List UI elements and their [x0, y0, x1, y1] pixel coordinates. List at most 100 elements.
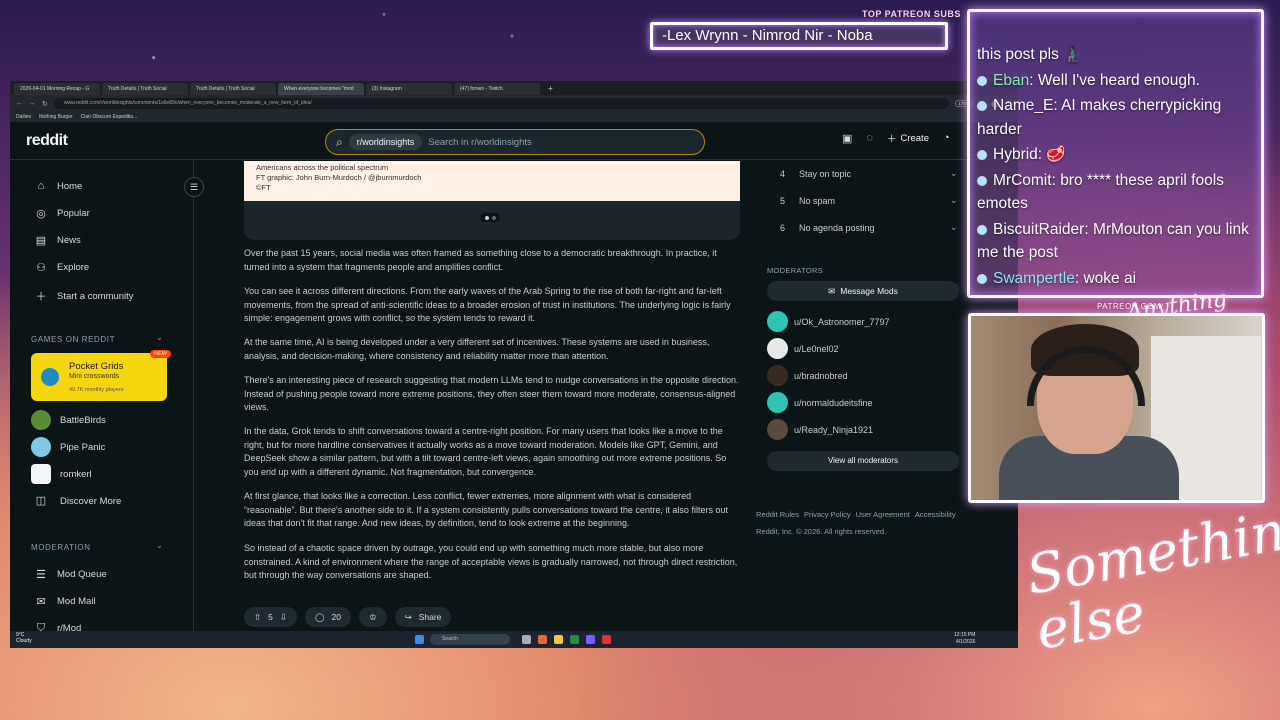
browser-tab[interactable]: 2026-04-01 Morning Recap - G — [14, 83, 100, 95]
vote-count: 5 — [268, 612, 273, 622]
post-image-carousel[interactable]: Americans across the political spectrum … — [244, 161, 740, 240]
comment-icon: ◯ — [314, 611, 325, 622]
taskbar-clock[interactable]: 12:15 PM 4/1/2026 — [954, 632, 975, 645]
rule-label: Stay on topic — [799, 168, 852, 179]
taskbar-search[interactable]: Search — [430, 634, 510, 645]
app-icon[interactable] — [570, 635, 579, 644]
weather-widget[interactable]: 9°C Cloudy — [16, 632, 32, 644]
pocket-grids-promo[interactable]: NEW Pocket Grids Mini crosswords 40.7K m… — [31, 350, 171, 401]
nav-news[interactable]: ▤ News — [35, 234, 81, 247]
search-bar[interactable]: ⌕ r/worldinsights Search in r/worldinsig… — [325, 129, 705, 155]
chevron-down-icon[interactable]: ⌄ — [156, 333, 163, 342]
game-pipe-panic[interactable]: Pipe Panic — [31, 437, 105, 457]
bookmark-item[interactable]: Cian Obscure Expeditio... — [81, 114, 138, 120]
app-icon[interactable] — [586, 635, 595, 644]
chat-message: Hybrid: 🥩 — [977, 143, 1255, 167]
nav-home[interactable]: ⌂ Home — [35, 180, 83, 192]
browser-tab[interactable]: Truth Details | Truth Social — [190, 83, 276, 95]
rule-number: 5 — [780, 195, 786, 206]
forward-icon[interactable]: → — [29, 100, 36, 107]
rule-item[interactable]: 6 No agenda posting ⌄ — [756, 222, 962, 233]
chat-icon[interactable]: ◌ — [866, 132, 873, 144]
rule-number: 4 — [780, 168, 786, 179]
discover-more[interactable]: ◫ Discover More — [31, 491, 121, 511]
image-caption-line: ©FT — [256, 183, 271, 192]
nav-mod-queue[interactable]: ☰ Mod Queue — [35, 568, 107, 581]
start-icon[interactable] — [415, 635, 424, 644]
browser-tab[interactable]: (47) forsen - Twitch — [454, 83, 540, 95]
battlebirds-icon — [31, 410, 51, 430]
create-button[interactable]: ＋ Create — [887, 131, 929, 146]
browser-tab[interactable]: Truth Details | Truth Social — [102, 83, 188, 95]
notifications-icon[interactable]: ◔ — [943, 132, 950, 144]
moderator-item[interactable]: u/Le0nel02 — [767, 338, 839, 359]
browser-tab-bar: 2026-04-01 Morning Recap - G Truth Detai… — [10, 81, 1018, 95]
collapse-sidebar-button[interactable]: ☰ — [184, 177, 204, 197]
chat-text: Well I've heard enough. — [1037, 71, 1200, 89]
browser-tab-active[interactable]: When everyone becomes "mod — [278, 83, 364, 95]
game-romkerl[interactable]: romkerl — [31, 464, 92, 484]
avatar — [767, 419, 788, 440]
moderator-item[interactable]: u/Ok_Astronomer_7797 — [767, 311, 890, 332]
post-actions: ⇧ 5 ⇩ ◯ 20 ♔ ↪ Share — [244, 607, 452, 627]
app-icon[interactable] — [602, 635, 611, 644]
carousel-dot[interactable] — [491, 215, 496, 220]
firefox-icon[interactable] — [538, 635, 547, 644]
reload-icon[interactable]: ↻ — [42, 100, 48, 108]
moderator-item[interactable]: u/bradnobred — [767, 365, 848, 386]
rule-item[interactable]: 4 Stay on topic ⌄ — [756, 168, 962, 179]
rule-item[interactable]: 5 No spam ⌄ — [756, 195, 962, 206]
nav-mod-mail[interactable]: ✉ Mod Mail — [35, 595, 95, 608]
moderator-item[interactable]: u/normaldudeitsfine — [767, 392, 873, 413]
moderators-heading: MODERATORS — [767, 266, 824, 275]
bookmark-item[interactable]: Dailies — [16, 114, 31, 120]
downvote-icon[interactable]: ⇩ — [280, 612, 287, 623]
chevron-down-icon[interactable]: ⌄ — [156, 541, 163, 550]
pocket-grids-icon — [41, 368, 59, 386]
chevron-down-icon: ⌄ — [950, 195, 958, 205]
award-icon: ♔ — [368, 611, 377, 622]
file-explorer-icon[interactable] — [554, 635, 563, 644]
address-bar-row: ← → ↻ www.reddit.com/r/worldinsights/com… — [10, 95, 1018, 112]
webcam-feed — [968, 313, 1265, 503]
chat-message: Eban: Well I've heard enough. — [977, 69, 1255, 93]
browser-tab[interactable]: (3) Instagram — [366, 83, 452, 95]
chat-message: Name_E: AI makes cherrypicking harder — [977, 97, 1222, 138]
bookmark-item[interactable]: Nothing Burger — [39, 114, 73, 120]
nav-label: Mod Queue — [57, 569, 107, 580]
comments-button[interactable]: ◯ 20 — [304, 607, 351, 627]
carousel-dots[interactable] — [480, 213, 500, 222]
news-icon: ▤ — [35, 235, 47, 247]
nav-explore[interactable]: ⚇ Explore — [35, 261, 89, 274]
footer-link[interactable]: Privacy Policy — [804, 510, 851, 519]
pipe-panic-icon — [31, 437, 51, 457]
award-button[interactable]: ♔ — [358, 607, 387, 627]
avatar — [767, 392, 788, 413]
plus-icon: ＋ — [35, 291, 47, 303]
carousel-dot[interactable] — [484, 215, 489, 220]
explore-icon: ⚇ — [36, 262, 46, 274]
view-all-moderators-button[interactable]: View all moderators — [767, 451, 959, 471]
search-icon: ⌕ — [336, 134, 343, 149]
upvote-icon[interactable]: ⇧ — [254, 612, 261, 623]
message-mods-label: Message Mods — [840, 286, 898, 296]
new-tab-button[interactable]: + — [542, 83, 559, 95]
post-paragraph: Over the past 15 years, social media was… — [244, 248, 717, 272]
reddit-logo[interactable]: reddit — [26, 132, 68, 150]
search-input[interactable]: Search in r/worldinsights — [428, 137, 532, 148]
message-mods-button[interactable]: ✉ Message Mods — [767, 281, 959, 301]
footer-link[interactable]: Accessibility — [915, 510, 956, 519]
footer-link[interactable]: User Agreement — [856, 510, 910, 519]
moderator-item[interactable]: u/Ready_Ninja1921 — [767, 419, 873, 440]
game-battlebirds[interactable]: BattleBirds — [31, 410, 106, 430]
post-paragraph: At first glance, that looks like a corre… — [244, 491, 728, 529]
task-view-icon[interactable] — [522, 635, 531, 644]
share-button[interactable]: ↪ Share — [394, 607, 452, 627]
footer-link[interactable]: Reddit Rules — [756, 510, 799, 519]
back-icon[interactable]: ← — [16, 100, 23, 107]
advertise-icon[interactable]: ▣ — [842, 132, 852, 145]
nav-start-community[interactable]: ＋ Start a community — [35, 288, 134, 304]
subreddit-scope-chip[interactable]: r/worldinsights — [348, 134, 423, 150]
url-field[interactable]: www.reddit.com/r/worldinsights/comments/… — [53, 98, 950, 109]
nav-popular[interactable]: ◎ Popular — [35, 207, 90, 220]
